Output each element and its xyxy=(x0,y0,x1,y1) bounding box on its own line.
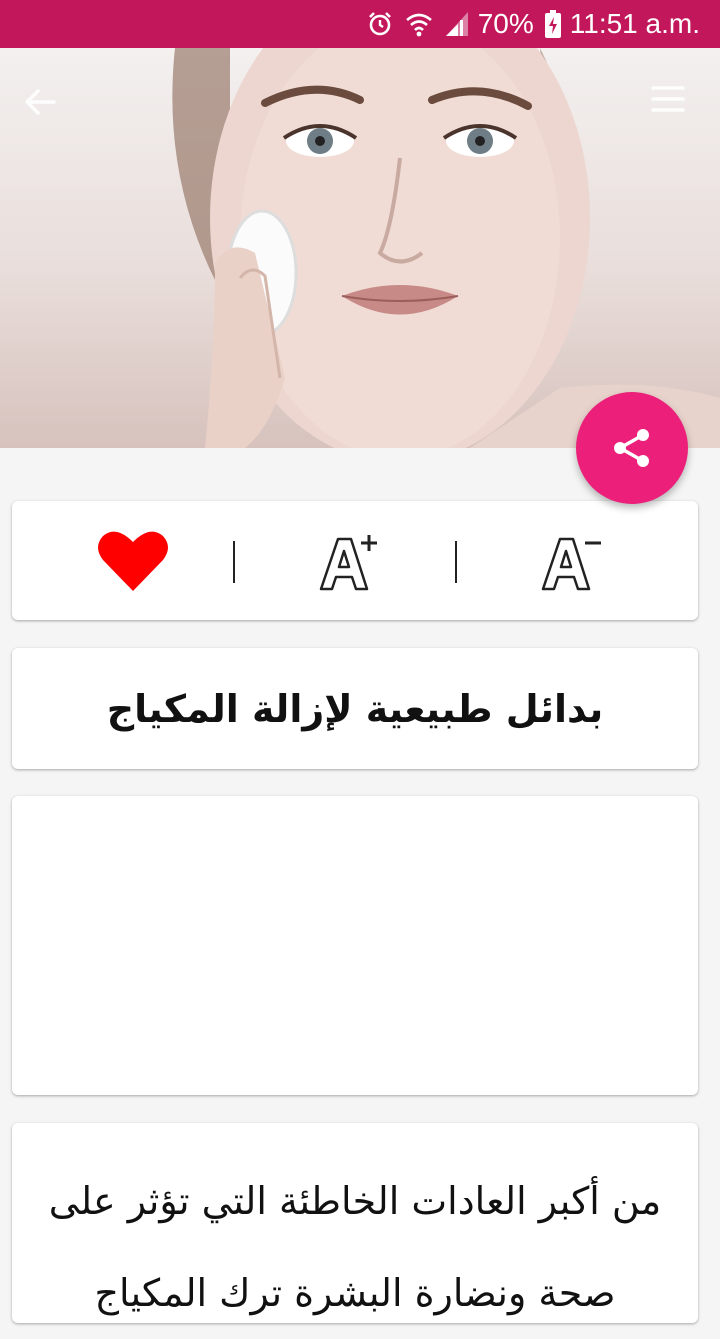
ad-placeholder-card xyxy=(12,796,698,1095)
article-title-card: بدائل طبيعية لإزالة المكياج xyxy=(12,648,698,769)
toolbar-divider xyxy=(233,541,235,583)
wifi-icon xyxy=(404,10,434,38)
font-increase-icon xyxy=(319,535,377,591)
clock: 11:51 a.m. xyxy=(569,8,700,39)
battery-charging-icon xyxy=(544,9,562,39)
toolbar-divider xyxy=(455,541,457,583)
menu-button[interactable] xyxy=(650,84,698,132)
favorite-button[interactable] xyxy=(93,525,173,597)
article-title: بدائل طبيعية لإزالة المكياج xyxy=(106,686,604,731)
alarm-icon xyxy=(366,10,394,38)
font-increase-button[interactable] xyxy=(307,525,387,597)
status-bar: 70% 11:51 a.m. xyxy=(0,0,720,48)
share-button[interactable] xyxy=(576,392,688,504)
article-hero-image xyxy=(0,48,720,448)
arrow-back-icon xyxy=(25,89,56,115)
article-actions-card xyxy=(12,501,698,620)
article-body-card: من أكبر العادات الخاطئة التي تؤثر على صح… xyxy=(12,1123,698,1323)
hero-face-illustration xyxy=(172,48,720,448)
font-decrease-icon xyxy=(541,537,601,591)
battery-percent: 70% xyxy=(477,8,534,39)
signal-icon xyxy=(444,10,470,38)
share-icon xyxy=(614,429,649,467)
font-decrease-button[interactable] xyxy=(529,525,609,597)
back-button[interactable] xyxy=(22,84,70,132)
menu-icon xyxy=(651,86,685,112)
heart-icon xyxy=(98,531,168,591)
article-body-text: من أكبر العادات الخاطئة التي تؤثر على صح… xyxy=(48,1179,662,1315)
